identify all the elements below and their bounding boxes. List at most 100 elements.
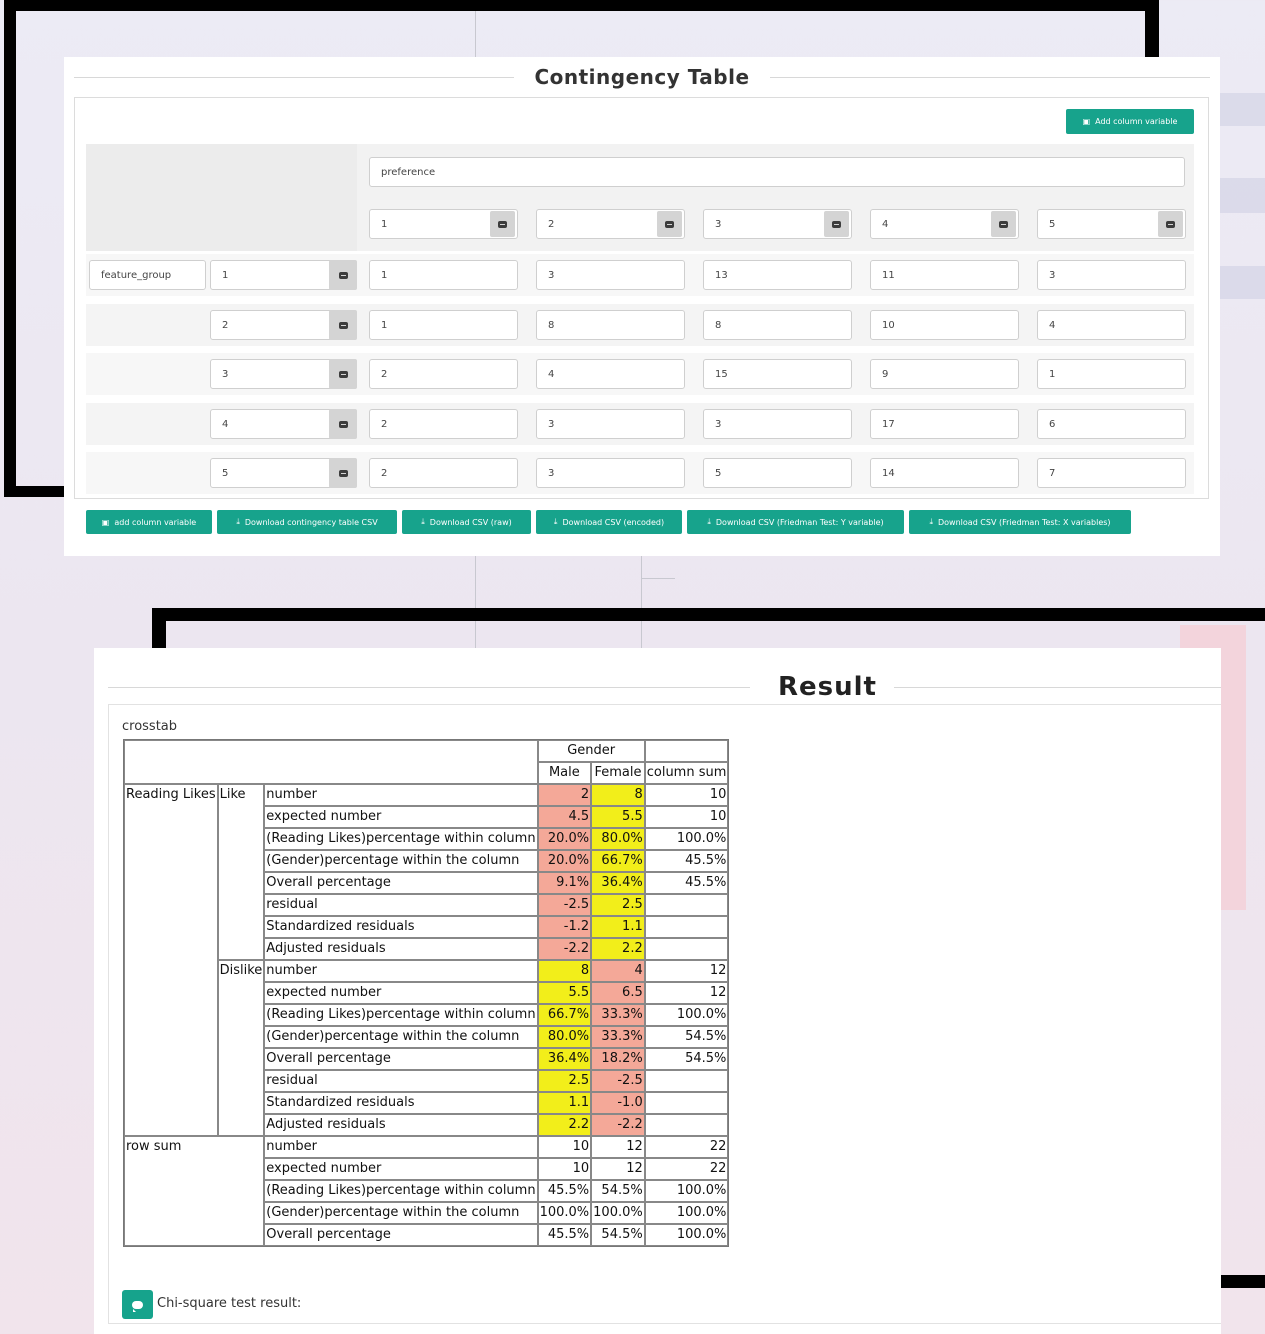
count-input[interactable]: 8	[536, 310, 685, 340]
stat-label: number	[264, 784, 538, 806]
column-sum-cell	[644, 894, 729, 916]
count-input[interactable]: 15	[703, 359, 852, 389]
count-input[interactable]: 1	[1037, 359, 1186, 389]
count-input[interactable]: 17	[870, 409, 1019, 439]
count-input[interactable]: 2	[369, 359, 518, 389]
download-csv-friedman-y-button[interactable]: ⤓ Download CSV (Friedman Test: Y variable…	[687, 510, 904, 534]
remove-column-button[interactable]	[824, 211, 849, 237]
plus-square-icon: ▣	[101, 517, 110, 527]
stat-label: Overall percentage	[264, 1224, 538, 1246]
stat-label: Adjusted residuals	[264, 1114, 538, 1136]
count-input[interactable]: 11	[870, 260, 1019, 290]
remove-column-button[interactable]	[490, 211, 515, 237]
remove-row-button[interactable]	[329, 458, 357, 488]
female-cell: 36.4%	[591, 872, 645, 894]
female-cell: 5.5	[591, 806, 645, 828]
add-column-variable-bottom-button[interactable]: ▣ add column variable	[86, 510, 212, 534]
count-input[interactable]: 3	[703, 409, 852, 439]
male-cell: 45.5%	[537, 1224, 592, 1246]
count-input[interactable]: 13	[703, 260, 852, 290]
male-cell: -1.2	[537, 916, 592, 938]
female-cell: 33.3%	[591, 1004, 645, 1026]
female-cell: -2.2	[591, 1114, 645, 1136]
remove-column-button[interactable]	[1158, 211, 1183, 237]
add-column-variable-button[interactable]: ▣ Add column variable	[1066, 109, 1194, 134]
count-input[interactable]: 6	[1037, 409, 1186, 439]
download-csv-friedman-x-button[interactable]: ⤓ Download CSV (Friedman Test: X variable…	[909, 510, 1131, 534]
count-input[interactable]: 7	[1037, 458, 1186, 488]
download-icon: ⤓	[236, 517, 240, 526]
column-sum-cell	[644, 1092, 729, 1114]
count-input[interactable]: 9	[870, 359, 1019, 389]
male-cell: 36.4%	[537, 1048, 592, 1070]
column-sum-cell: 100.0%	[644, 1004, 729, 1026]
female-cell: 66.7%	[591, 850, 645, 872]
male-cell: 45.5%	[537, 1180, 592, 1202]
count-input[interactable]: 14	[870, 458, 1019, 488]
column-variable-field[interactable]: preference	[369, 157, 1185, 187]
column-sum-cell: 12	[644, 960, 729, 982]
remove-row-button[interactable]	[329, 310, 357, 340]
column-sum-cell: 10	[644, 784, 729, 806]
count-input[interactable]: 3	[536, 409, 685, 439]
female-header: Female	[591, 762, 645, 784]
count-input[interactable]: 5	[703, 458, 852, 488]
bg-band	[1220, 93, 1265, 126]
button-label: add column variable	[114, 517, 197, 527]
button-label: Download CSV (encoded)	[562, 517, 665, 527]
plus-square-icon: ▣	[1082, 117, 1091, 126]
remove-column-button[interactable]	[991, 211, 1016, 237]
minus-square-icon	[338, 469, 348, 477]
row-variable-cell: Reading Likes	[124, 784, 218, 1136]
remove-row-button[interactable]	[329, 260, 357, 290]
female-cell: 33.3%	[591, 1026, 645, 1048]
count-input[interactable]: 10	[870, 310, 1019, 340]
remove-row-button[interactable]	[329, 409, 357, 439]
stat-label: (Reading Likes)percentage within column	[264, 828, 538, 850]
crosstab-label: crosstab	[122, 719, 178, 734]
minus-square-icon	[999, 220, 1008, 228]
count-input[interactable]: 3	[536, 260, 685, 290]
female-cell: 54.5%	[591, 1180, 645, 1202]
download-csv-raw-button[interactable]: ⤓ Download CSV (raw)	[402, 510, 531, 534]
count-input[interactable]: 1	[369, 260, 518, 290]
remove-row-button[interactable]	[329, 359, 357, 389]
count-input[interactable]: 2	[369, 458, 518, 488]
male-cell: 2.2	[537, 1114, 592, 1136]
minus-square-icon	[338, 420, 348, 428]
female-cell: 4	[591, 960, 645, 982]
male-cell: -2.2	[537, 938, 592, 960]
row-variable-field[interactable]: feature_group	[89, 260, 206, 290]
count-input[interactable]: 1	[369, 310, 518, 340]
male-cell: 80.0%	[537, 1026, 592, 1048]
column-sum-cell: 100.0%	[644, 1224, 729, 1246]
stat-label: (Reading Likes)percentage within column	[264, 1180, 538, 1202]
download-icon: ⤓	[421, 517, 425, 526]
download-csv-encoded-button[interactable]: ⤓ Download CSV (encoded)	[536, 510, 682, 534]
remove-column-button[interactable]	[657, 211, 682, 237]
count-input[interactable]: 8	[703, 310, 852, 340]
download-contingency-csv-button[interactable]: ⤓ Download contingency table CSV	[217, 510, 397, 534]
count-input[interactable]: 3	[1037, 260, 1186, 290]
count-input[interactable]: 2	[369, 409, 518, 439]
count-input[interactable]: 4	[536, 359, 685, 389]
count-input[interactable]: 4	[1037, 310, 1186, 340]
minus-square-icon	[832, 220, 841, 228]
button-label: Download CSV (Friedman Test: Y variable)	[715, 517, 884, 527]
row-level-cell: Like	[217, 784, 265, 960]
stat-label: residual	[264, 894, 538, 916]
column-sum-cell: 12	[644, 982, 729, 1004]
contingency-table-panel: Contingency Table ▣ Add column variable …	[64, 57, 1220, 556]
column-sum-cell: 22	[644, 1136, 729, 1158]
download-icon: ⤓	[553, 517, 558, 526]
count-input[interactable]: 3	[536, 458, 685, 488]
column-sum-cell: 22	[644, 1158, 729, 1180]
column-sum-cell: 45.5%	[644, 872, 729, 894]
chi-square-toggle-button[interactable]	[122, 1290, 153, 1319]
minus-square-icon	[498, 220, 507, 228]
column-sum-cell: 45.5%	[644, 850, 729, 872]
button-label: Download CSV (raw)	[429, 517, 512, 527]
crosstab-table: Gender Male Female column sum Reading Li…	[123, 739, 730, 1247]
column-sum-cell: 54.5%	[644, 1048, 729, 1070]
grid-corner-bg	[86, 144, 357, 251]
